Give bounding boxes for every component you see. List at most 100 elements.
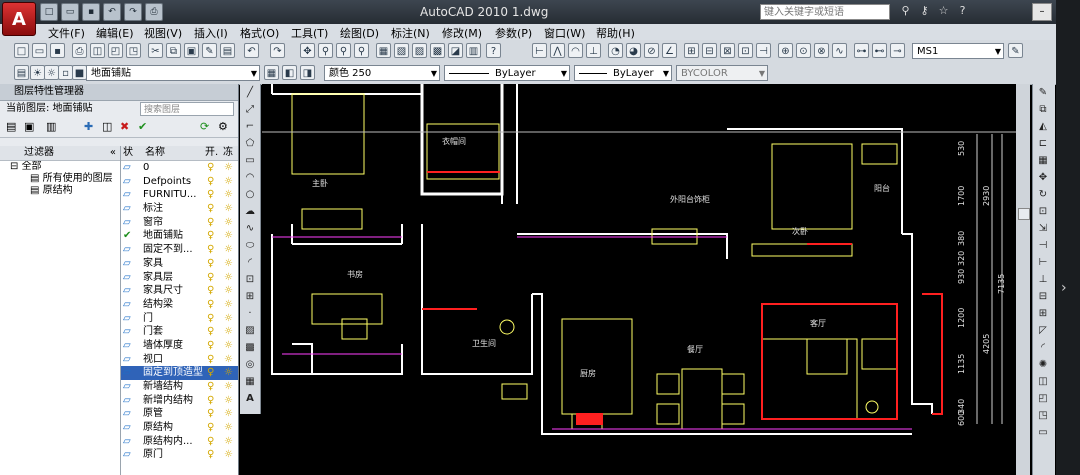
continue-icon[interactable]: ⊠ [720, 43, 735, 58]
inspect-icon[interactable]: ⊗ [814, 43, 829, 58]
key-icon[interactable]: ⚷ [917, 3, 932, 19]
quick-dim-icon[interactable]: ⊞ [684, 43, 699, 58]
tree-item-used[interactable]: ▤ 所有使用的图层 [0, 173, 120, 185]
paste-icon[interactable]: ▣ [184, 43, 199, 58]
sun-icon[interactable]: ☼ [224, 448, 233, 462]
menu-tools[interactable]: 工具(T) [291, 25, 328, 41]
column-name[interactable]: 名称 [145, 146, 165, 160]
help-icon[interactable]: ? [955, 3, 970, 19]
lightbulb-icon[interactable]: ♀ [207, 325, 214, 339]
search-input[interactable]: 键入关键字或短语 [760, 4, 890, 20]
cut-icon[interactable]: ✂ [148, 43, 163, 58]
lightbulb-icon[interactable]: ♀ [207, 229, 214, 243]
sun-icon[interactable]: ☼ [224, 243, 233, 257]
scrollbar-thumb[interactable] [1018, 208, 1030, 220]
design-center-icon[interactable]: ▧ [394, 43, 409, 58]
break-at-point-icon[interactable]: ⊥ [1035, 272, 1051, 288]
layer-row[interactable]: ▱ 原结构内... ♀ ☼ [121, 435, 238, 449]
menu-help[interactable]: 帮助(H) [596, 25, 635, 41]
menu-edit[interactable]: 编辑(E) [96, 25, 134, 41]
scale-icon[interactable]: ⊡ [1035, 204, 1051, 220]
color-combo[interactable]: 颜色 250 ▼ [324, 65, 440, 81]
polygon-icon[interactable]: ⬠ [242, 136, 258, 152]
explode-icon[interactable]: ✺ [1035, 357, 1051, 373]
baseline-icon[interactable]: ⊟ [702, 43, 717, 58]
break-icon[interactable]: ⊟ [1035, 289, 1051, 305]
sun-icon[interactable]: ☼ [224, 202, 233, 216]
join-icon[interactable]: ⊞ [1035, 306, 1051, 322]
layer-on-icon[interactable]: ☀ [30, 65, 45, 80]
layer-row[interactable]: ▱ FURNITU... ♀ ☼ [121, 188, 238, 202]
break-icon[interactable]: ⊣ [756, 43, 771, 58]
lightbulb-icon[interactable]: ♀ [207, 243, 214, 257]
layer-row[interactable]: ▱ 新增内结构 ♀ ☼ [121, 394, 238, 408]
new-vp-layer-icon[interactable]: ◫ [102, 120, 112, 133]
zoom-window-icon[interactable]: ⚲ [336, 43, 351, 58]
help-icon[interactable]: ? [486, 43, 501, 58]
layer-row[interactable]: ▱ 家具尺寸 ♀ ☼ [121, 284, 238, 298]
lightbulb-icon[interactable]: ♀ [207, 284, 214, 298]
dim-text-edit-icon[interactable]: ⊷ [872, 43, 887, 58]
sun-icon[interactable]: ☼ [224, 175, 233, 189]
lightbulb-icon[interactable]: ♀ [207, 271, 214, 285]
menu-modify[interactable]: 修改(M) [442, 25, 482, 41]
gradient-icon[interactable]: ▩ [242, 340, 258, 356]
linear-dim-icon[interactable]: ⊢ [532, 43, 547, 58]
delete-layer-icon[interactable]: ✖ [120, 120, 129, 133]
space-icon[interactable]: ⊡ [738, 43, 753, 58]
plot-icon[interactable]: ⎙ [72, 43, 87, 58]
jogged-linear-icon[interactable]: ∿ [832, 43, 847, 58]
layer-row[interactable]: ▱ Defpoints ♀ ☼ [121, 175, 238, 189]
chamfer-icon[interactable]: ◸ [1035, 323, 1051, 339]
application-menu-button[interactable]: A [2, 2, 36, 36]
point-icon[interactable]: · [242, 306, 258, 322]
sun-icon[interactable]: ☼ [224, 421, 233, 435]
insert-block-icon[interactable]: ⊡ [242, 272, 258, 288]
publish-icon[interactable]: ◰ [108, 43, 123, 58]
collapse-icon[interactable]: « [110, 146, 116, 160]
new-layer-icon[interactable]: ✚ [84, 120, 93, 133]
menu-parametric[interactable]: 参数(P) [495, 25, 532, 41]
construction-line-icon[interactable]: ⤢ [242, 102, 258, 118]
extend-icon[interactable]: ⊢ [1035, 255, 1051, 271]
lightbulb-icon[interactable]: ♀ [207, 421, 214, 435]
layer-previous-icon[interactable]: ◧ [282, 65, 297, 80]
refresh-icon[interactable]: ⟳ [200, 120, 209, 133]
plotstyle-combo[interactable]: BYCOLOR ▼ [676, 65, 768, 81]
move-icon[interactable]: ✥ [1035, 170, 1051, 186]
layer-row[interactable]: ▱ 视口 ♀ ☼ [121, 353, 238, 367]
lightbulb-icon[interactable]: ♀ [207, 407, 214, 421]
menu-format[interactable]: 格式(O) [240, 25, 279, 41]
layer-combo[interactable]: 地面铺贴 ▼ [86, 65, 260, 81]
jogged-icon[interactable]: ◕ [626, 43, 641, 58]
column-status[interactable]: 状 [123, 146, 133, 160]
layer-state-icon[interactable]: ◨ [300, 65, 315, 80]
fillet-icon[interactable]: ◜ [1035, 340, 1051, 356]
sun-icon[interactable]: ☼ [224, 298, 233, 312]
ordinate-icon[interactable]: ⊥ [586, 43, 601, 58]
star-icon[interactable]: ☆ [936, 3, 951, 19]
tree-item-original[interactable]: ▤ 原结构 [0, 185, 120, 197]
column-on[interactable]: 开. [205, 146, 218, 160]
lightbulb-icon[interactable]: ♀ [207, 161, 214, 175]
menu-dimension[interactable]: 标注(N) [391, 25, 430, 41]
redo-icon[interactable]: ↷ [124, 3, 142, 21]
lightbulb-icon[interactable]: ♀ [207, 394, 214, 408]
layer-row[interactable]: ▱ 门 ♀ ☼ [121, 312, 238, 326]
line-icon[interactable]: ╱ [242, 85, 258, 101]
open-icon[interactable]: ▭ [32, 43, 47, 58]
spline-icon[interactable]: ∿ [242, 221, 258, 237]
lightbulb-icon[interactable]: ♀ [207, 366, 214, 380]
tree-item-all[interactable]: ⊟ 全部 [0, 161, 120, 173]
sun-icon[interactable]: ☼ [224, 353, 233, 367]
layer-manager-icon[interactable]: ▤ [14, 65, 29, 80]
zoom-realtime-icon[interactable]: ⚲ [318, 43, 333, 58]
tool-palette-icon[interactable]: ▨ [412, 43, 427, 58]
trim-icon[interactable]: ⊣ [1035, 238, 1051, 254]
menu-draw[interactable]: 绘图(D) [340, 25, 379, 41]
array-icon[interactable]: ▦ [1035, 153, 1051, 169]
copy-icon[interactable]: ⧉ [166, 43, 181, 58]
layer-row[interactable]: ▱ 固定不到... ♀ ☼ [121, 243, 238, 257]
mtext-icon[interactable]: A [242, 391, 258, 407]
layer-row[interactable]: ▱ 标注 ♀ ☼ [121, 202, 238, 216]
